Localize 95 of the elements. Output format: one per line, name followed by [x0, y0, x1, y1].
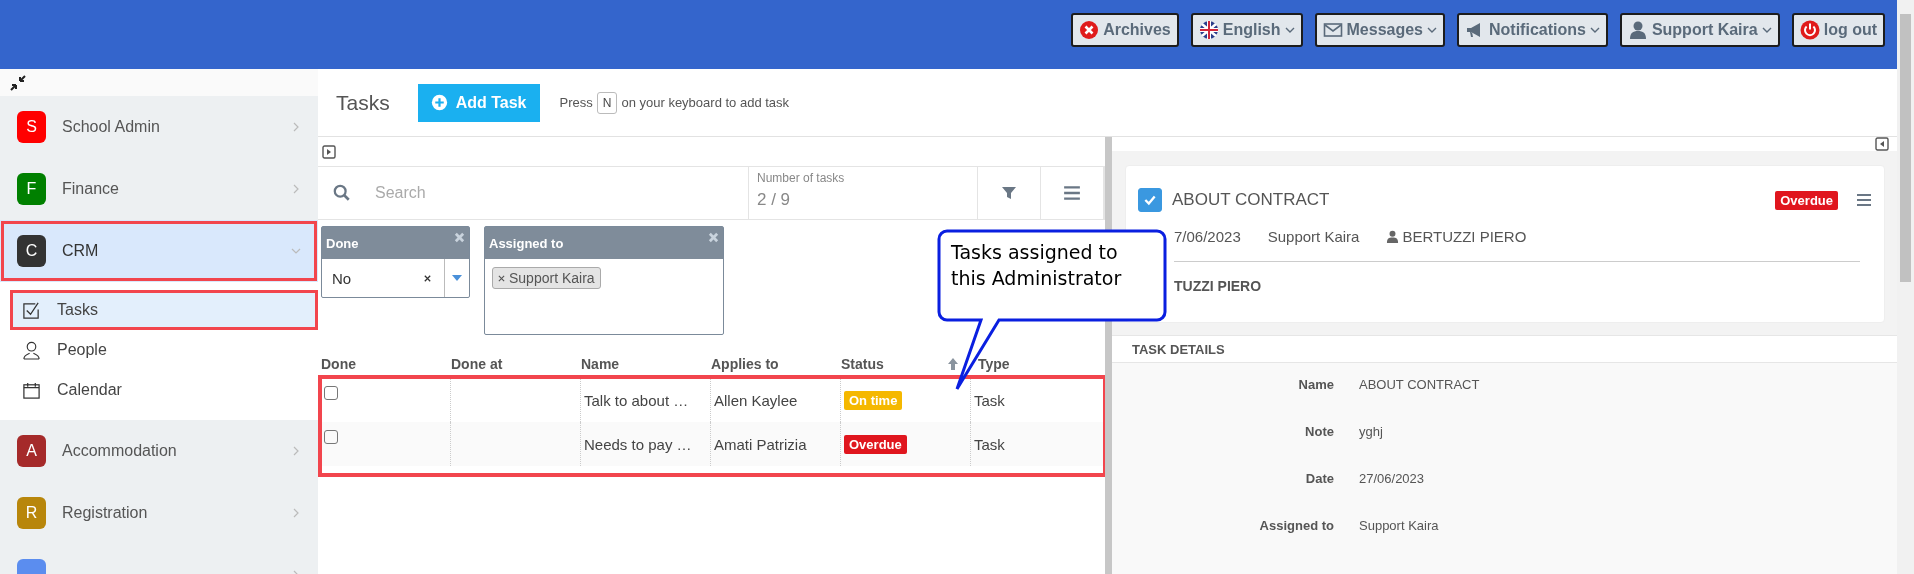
sidebar-label: School Admin: [62, 118, 161, 136]
menu-icon: [1063, 184, 1081, 202]
envelope-icon: [1322, 20, 1343, 40]
sidebar-item[interactable]: F Finance: [0, 158, 318, 220]
module-badge: S: [17, 111, 46, 143]
power-icon: [1799, 20, 1820, 40]
field-value: yghj: [1359, 424, 1383, 439]
sidebar-label: Accommodation: [62, 442, 178, 460]
toolbar-button[interactable]: log out: [1791, 13, 1885, 47]
dropdown-arrow-icon[interactable]: [452, 275, 462, 281]
sidebar-label: CRM: [62, 242, 100, 260]
user-icon: [1386, 230, 1400, 243]
sidebar-label: Tasks: [57, 301, 98, 319]
module-badge: C: [17, 235, 46, 267]
toolbar-button[interactable]: English: [1190, 13, 1303, 47]
callout-text: Tasks assigned to this Administrator: [951, 240, 1123, 291]
section-header: TASK DETAILS: [1112, 335, 1897, 363]
checkbox[interactable]: [1138, 188, 1162, 212]
checkbox[interactable]: [324, 386, 338, 400]
sidebar-label: People: [57, 341, 107, 359]
scrollbar[interactable]: [1897, 0, 1914, 574]
search-field[interactable]: Search: [318, 167, 749, 219]
sidebar-item[interactable]: S School Admin: [0, 96, 318, 158]
keyboard-key: N: [596, 91, 618, 114]
task-assignee: Support Kaira: [1267, 228, 1360, 245]
status-badge: Overdue: [844, 434, 907, 454]
column-header[interactable]: Type: [978, 356, 1010, 372]
column-header[interactable]: Status: [841, 356, 884, 372]
table-cell: Amati Patrizia: [711, 422, 841, 466]
sidebar-subitem[interactable]: Calendar: [0, 370, 318, 410]
filter-icon: [1001, 185, 1017, 201]
filter-title: Done: [326, 235, 359, 251]
task-contact: BERTUZZI PIERO: [1402, 228, 1527, 245]
module-badge: R: [17, 497, 46, 529]
close-icon: [1079, 20, 1100, 40]
field-label: Name: [1297, 377, 1334, 392]
toolbar-button[interactable]: Notifications: [1457, 13, 1608, 47]
close-icon[interactable]: [708, 232, 719, 243]
status-badge: Overdue: [1775, 190, 1838, 210]
column-header[interactable]: Done: [321, 356, 356, 372]
collapse-icon[interactable]: [10, 74, 26, 91]
task-date: 7/06/2023: [1174, 228, 1241, 245]
column-header[interactable]: Applies to: [711, 356, 779, 372]
checkbox-icon: [22, 300, 41, 320]
table-cell-text: Task: [973, 390, 1006, 411]
menu-icon[interactable]: [1856, 192, 1872, 208]
sidebar-label: Finance: [62, 180, 120, 198]
sidebar-item[interactable]: C CRM: [0, 220, 318, 282]
task-title: ABOUT CONTRACT: [1172, 190, 1331, 210]
hint-text: Press: [559, 95, 593, 110]
field-value: ABOUT CONTRACT: [1359, 377, 1480, 392]
person-icon: [22, 340, 41, 360]
field-label: Note: [1304, 424, 1334, 439]
status-badge: On time: [844, 390, 903, 410]
field-value: Support Kaira: [1359, 518, 1439, 533]
field-label: Assigned to: [1258, 518, 1334, 533]
toolbar-button[interactable]: Messages: [1314, 13, 1445, 47]
collapse-panel-icon[interactable]: [1875, 137, 1889, 151]
sidebar-label: Calendar: [57, 381, 122, 399]
user-icon: [1627, 20, 1648, 40]
search-icon: [333, 184, 351, 202]
clear-icon[interactable]: [423, 273, 432, 283]
column-header[interactable]: Done at: [451, 356, 503, 372]
field-label: Date: [1304, 471, 1334, 486]
plus-icon: [430, 94, 448, 111]
contact-name: TUZZI PIERO: [1174, 278, 1263, 294]
hint-text: on your keyboard to add task: [621, 95, 790, 110]
sidebar-label: Registration: [62, 504, 149, 522]
column-header[interactable]: Name: [581, 356, 620, 372]
checkbox[interactable]: [324, 430, 338, 444]
flag-icon: [1198, 20, 1219, 40]
sort-arrow-icon[interactable]: [948, 358, 958, 370]
select-value[interactable]: No: [322, 269, 423, 287]
sidebar-item[interactable]: A Accommodation: [0, 420, 318, 482]
sidebar-subitem[interactable]: Tasks: [10, 290, 318, 330]
toolbar-button[interactable]: Support Kaira: [1619, 13, 1780, 47]
sidebar-item[interactable]: R Registration: [0, 482, 318, 544]
task-count: 2 / 9: [757, 190, 792, 210]
calendar-icon: [22, 380, 41, 400]
table-cell-text: Task: [973, 434, 1006, 455]
table-cell: Needs to pay …: [581, 422, 711, 466]
module-badge: F: [17, 173, 46, 205]
toolbar-button[interactable]: Archives: [1071, 13, 1179, 47]
expand-panel-icon[interactable]: [322, 144, 336, 159]
checkmark-icon: [1143, 193, 1157, 207]
module-badge: A: [17, 435, 46, 467]
filter-title: Assigned to: [489, 235, 564, 251]
close-icon[interactable]: [454, 232, 465, 243]
search-input[interactable]: Search: [373, 183, 748, 203]
remove-icon[interactable]: [498, 274, 505, 282]
field-value: 27/06/2023: [1359, 471, 1425, 486]
sidebar-subitem[interactable]: People: [0, 330, 318, 370]
count-label: Number of tasks: [757, 171, 846, 185]
page-title: Tasks: [336, 90, 390, 115]
filter-tag[interactable]: Support Kaira: [492, 267, 601, 289]
